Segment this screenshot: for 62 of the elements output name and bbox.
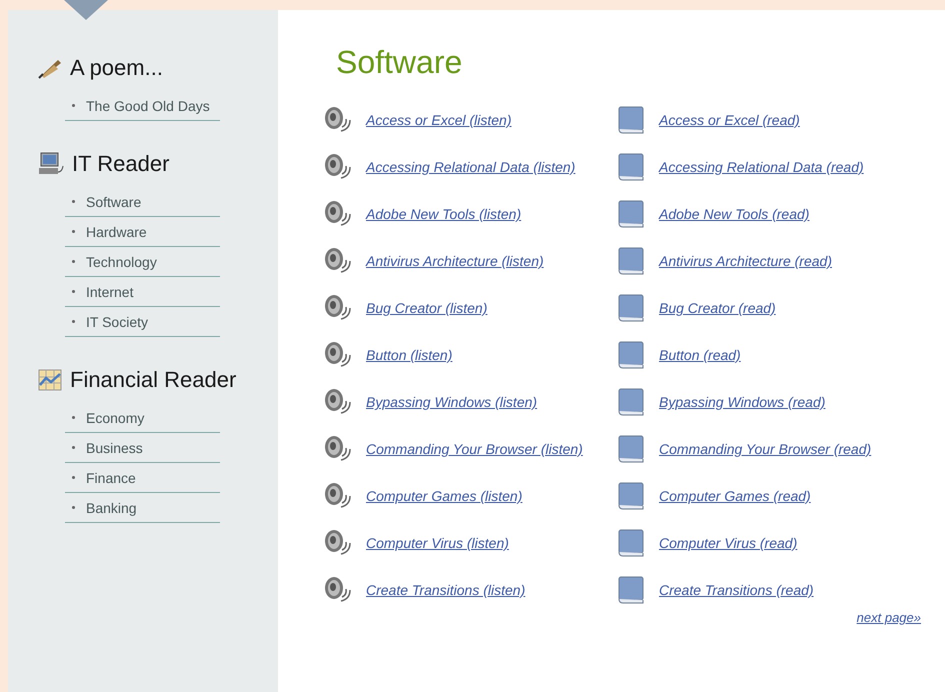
read-link[interactable]: Commanding Your Browser (read)	[659, 441, 872, 457]
read-link[interactable]: Bug Creator (read)	[659, 300, 776, 316]
bullet-icon	[72, 320, 75, 323]
sidebar-link[interactable]: Banking	[86, 500, 137, 516]
page-title: Software	[336, 44, 464, 81]
listen-link[interactable]: Antivirus Architecture (listen)	[366, 253, 544, 269]
sidebar-link[interactable]: Internet	[86, 284, 134, 300]
bullet-icon	[72, 476, 75, 479]
quill-icon	[38, 57, 62, 79]
listen-link[interactable]: Accessing Relational Data (listen)	[366, 159, 576, 175]
book-icon	[617, 199, 645, 229]
sidebar-link[interactable]: Software	[86, 194, 142, 210]
book-icon	[617, 575, 645, 605]
bullet-icon	[72, 104, 75, 107]
bullet-icon	[72, 260, 75, 263]
sidebar-link[interactable]: IT Society	[86, 314, 148, 330]
book-icon	[617, 481, 645, 511]
read-link[interactable]: Computer Virus (read)	[659, 535, 798, 551]
bullet-icon	[72, 506, 75, 509]
book-icon	[617, 152, 645, 182]
listen-link[interactable]: Button (listen)	[366, 347, 452, 363]
listen-link[interactable]: Bug Creator (listen)	[366, 300, 488, 316]
bullet-icon	[72, 416, 75, 419]
bullet-icon	[72, 230, 75, 233]
book-icon	[617, 434, 645, 464]
sidebar-link[interactable]: Finance	[86, 470, 136, 486]
section-title: A poem...	[70, 55, 163, 81]
book-icon	[617, 340, 645, 370]
bullet-icon	[72, 290, 75, 293]
down-arrow-icon	[64, 0, 108, 20]
read-link[interactable]: Accessing Relational Data (read)	[659, 159, 864, 175]
sidebar-link[interactable]: Hardware	[86, 224, 147, 240]
read-link[interactable]: Create Transitions (read)	[659, 582, 814, 598]
section-title: IT Reader	[72, 151, 170, 177]
next-page-link[interactable]: next page»	[856, 610, 921, 625]
read-link[interactable]: Antivirus Architecture (read)	[659, 253, 832, 269]
read-link[interactable]: Adobe New Tools (read)	[659, 206, 810, 222]
chart-icon	[38, 369, 62, 391]
sidebar-link[interactable]: Business	[86, 440, 143, 456]
listen-link[interactable]: Create Transitions (listen)	[366, 582, 526, 598]
computer-icon	[38, 152, 64, 176]
listen-link[interactable]: Access or Excel (listen)	[366, 112, 512, 128]
sidebar-link[interactable]: The Good Old Days	[86, 98, 210, 114]
book-icon	[617, 246, 645, 276]
book-icon	[617, 528, 645, 558]
sidebar-link[interactable]: Technology	[86, 254, 157, 270]
book-icon	[617, 105, 645, 135]
read-link[interactable]: Button (read)	[659, 347, 741, 363]
listen-link[interactable]: Adobe New Tools (listen)	[366, 206, 522, 222]
read-link[interactable]: Access or Excel (read)	[659, 112, 800, 128]
bullet-icon	[72, 200, 75, 203]
listen-link[interactable]: Computer Virus (listen)	[366, 535, 509, 551]
section-title: Financial Reader	[70, 367, 236, 393]
listen-link[interactable]: Commanding Your Browser (listen)	[366, 441, 583, 457]
sidebar-link[interactable]: Economy	[86, 410, 144, 426]
read-link[interactable]: Computer Games (read)	[659, 488, 811, 504]
read-link[interactable]: Bypassing Windows (read)	[659, 394, 826, 410]
book-icon	[617, 293, 645, 323]
bullet-icon	[72, 446, 75, 449]
listen-link[interactable]: Computer Games (listen)	[366, 488, 522, 504]
listen-link[interactable]: Bypassing Windows (listen)	[366, 394, 538, 410]
book-icon	[617, 387, 645, 417]
